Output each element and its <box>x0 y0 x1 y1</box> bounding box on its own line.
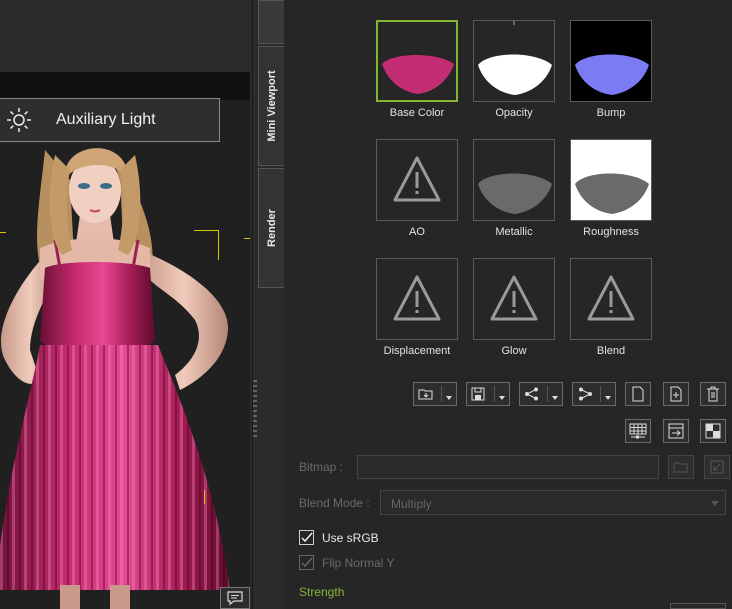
slot-label: Base Color <box>389 107 445 119</box>
comment-button[interactable] <box>220 587 250 609</box>
trash-icon <box>707 386 719 402</box>
resize-grip[interactable] <box>253 380 257 440</box>
texture-slot-roughness[interactable] <box>570 139 652 221</box>
load-texture-button[interactable] <box>413 382 457 406</box>
character-render <box>0 148 230 609</box>
checkmark-icon <box>301 557 313 568</box>
share-in-button[interactable] <box>572 382 616 406</box>
grid-adjust-icon <box>629 423 647 439</box>
bump-preview <box>571 21 651 101</box>
warning-icon <box>587 275 635 321</box>
warning-icon <box>490 275 538 321</box>
export-frame-icon <box>668 423 684 439</box>
bitmap-label: Bitmap : <box>299 460 344 474</box>
arrow-in-icon <box>710 460 724 474</box>
blend-mode-select[interactable]: Multiply <box>380 490 726 515</box>
viewport-header-bar <box>0 72 250 100</box>
clear-bitmap-button[interactable] <box>704 455 730 479</box>
blend-mode-label: Blend Mode : <box>299 496 370 510</box>
tab-mini-viewport[interactable]: Mini Viewport <box>258 46 284 166</box>
tab-render[interactable]: Render <box>258 168 284 288</box>
texture-slot-glow[interactable] <box>473 258 555 340</box>
delete-button[interactable] <box>700 382 726 406</box>
warning-icon <box>393 275 441 321</box>
share-in-icon <box>579 387 592 401</box>
warning-icon <box>393 156 441 202</box>
texture-slot-bump[interactable] <box>570 20 652 102</box>
slot-label: Bump <box>596 107 626 119</box>
blend-mode-value: Multiply <box>391 497 432 511</box>
texture-slot-opacity[interactable] <box>473 20 555 102</box>
slot-label: Metallic <box>495 226 533 238</box>
viewport-top-area <box>0 0 252 72</box>
metallic-preview <box>478 173 552 214</box>
save-texture-button[interactable] <box>466 382 510 406</box>
flip-normal-y-checkbox[interactable] <box>299 555 314 570</box>
save-icon <box>471 387 485 401</box>
flip-normal-y-label: Flip Normal Y <box>322 556 395 570</box>
checkmark-icon <box>301 532 313 543</box>
checker-button[interactable] <box>700 419 726 443</box>
share-out-icon <box>525 387 538 401</box>
auxiliary-light-label: Auxiliary Light <box>56 111 156 128</box>
opacity-preview <box>478 21 552 95</box>
texture-slot-metallic[interactable] <box>473 139 555 221</box>
use-srgb-checkbox[interactable] <box>299 530 314 545</box>
share-out-button[interactable] <box>519 382 563 406</box>
browse-bitmap-button[interactable] <box>668 455 694 479</box>
auxiliary-light-button[interactable]: Auxiliary Light <box>0 98 220 142</box>
strength-label: Strength <box>299 585 345 599</box>
side-tabs: Mini Viewport Render <box>252 0 285 609</box>
tab-top[interactable] <box>258 0 284 44</box>
slot-label: Displacement <box>383 345 451 357</box>
slot-label: Opacity <box>495 107 533 119</box>
grid-adjust-button[interactable] <box>625 419 651 443</box>
sun-icon <box>7 108 31 132</box>
strength-value-field[interactable] <box>670 603 726 609</box>
export-frame-button[interactable] <box>663 419 689 443</box>
base-color-preview <box>378 22 456 100</box>
texture-slot-base-color[interactable] <box>376 20 458 102</box>
add-document-icon <box>670 386 682 402</box>
chevron-down-icon <box>711 501 719 506</box>
use-srgb-label: Use sRGB <box>322 531 379 545</box>
open-folder-icon <box>418 389 433 400</box>
new-document-icon <box>632 386 644 402</box>
add-document-button[interactable] <box>663 382 689 406</box>
slot-label: Roughness <box>583 226 639 238</box>
roughness-preview <box>571 140 651 220</box>
new-document-button[interactable] <box>625 382 651 406</box>
mini-viewport[interactable] <box>0 100 250 609</box>
bitmap-field[interactable] <box>357 455 659 479</box>
slot-label: Blend <box>596 345 626 357</box>
texture-slot-ao[interactable] <box>376 139 458 221</box>
speech-bubble-icon <box>227 591 243 606</box>
folder-icon <box>673 462 688 473</box>
slot-label: Glow <box>501 345 527 357</box>
tab-mini-viewport-label: Mini Viewport <box>265 70 278 142</box>
checker-icon <box>705 423 721 439</box>
texture-slot-displacement[interactable] <box>376 258 458 340</box>
tab-render-label: Render <box>265 209 278 247</box>
texture-slot-blend[interactable] <box>570 258 652 340</box>
slot-label: AO <box>409 226 425 238</box>
